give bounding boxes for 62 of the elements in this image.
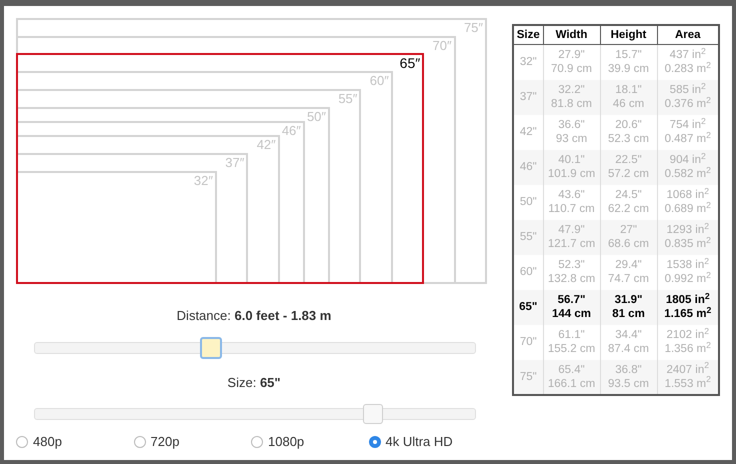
table-cell: 2407 in$^{2}$ 1.553 m$^{2}$ [664,364,711,390]
resolution-radio[interactable]: 1080p [251,432,368,452]
radio-icon[interactable] [251,436,263,448]
table-cell: 29.4" 74.7 cm [608,259,649,285]
table-cell: 75" [520,370,537,382]
table-cell: 37" [520,91,537,103]
table-cell: 22.5" 57.2 cm [608,154,649,180]
table-cell: 40.1" 101.9 cm [548,154,596,180]
table-cell: 50" [520,196,537,208]
screen-size-label: 32″ [194,172,213,189]
table-cell: 31.9" 81 cm [612,294,645,320]
screen-size-label: 50″ [306,108,326,125]
screen-size-label: 70″ [432,38,452,54]
table-cell: 52.3" 132.8 cm [548,259,596,285]
screen-size-label: 55″ [338,90,358,107]
table-cell: 27.9" 70.9 cm [551,49,592,76]
screen-size-label: 37″ [225,154,244,171]
table-cell: 20.6" 52.3 cm [608,119,649,145]
screen-size-label: 75″ [464,20,483,36]
table-cell: 904 in$^{2}$ 0.582 m$^{2}$ [664,154,711,180]
slider-thumb[interactable] [200,336,222,358]
table-cell: 18.1" 46 cm [612,84,644,110]
radio-icon[interactable] [368,436,380,448]
distance-label: Distance: 6.0 feet - 1.83 m [176,307,332,325]
table-cell: 56.7" 144 cm [552,294,591,320]
resolution-radio[interactable]: 720p [134,432,251,452]
table-cell: 55" [520,231,537,243]
table-cell: 24.5" 62.2 cm [608,189,649,215]
table-cell: 32" [520,56,537,68]
table-cell: 36.6" 93 cm [556,119,588,145]
table-cell: 585 in$^{2}$ 0.376 m$^{2}$ [664,84,711,110]
table-cell: 60" [520,266,537,278]
screen-size-label: 65″ [400,55,420,72]
table-cell: 15.7" 39.9 cm [608,49,649,76]
table-cell: 65" [519,301,538,313]
size-label: Size: 65" [227,374,281,392]
radio-icon[interactable] [134,436,146,448]
table-cell: 27" 68.6 cm [608,224,649,250]
table-cell: 34.4" 87.4 cm [608,329,649,355]
table-cell: 754 in$^{2}$ 0.487 m$^{2}$ [664,119,711,145]
table-cell: 1805 in$^{2}$ 1.165 m$^{2}$ [664,294,712,320]
table-cell: 42" [520,126,537,138]
table-cell: 1068 in$^{2}$ 0.689 m$^{2}$ [664,189,711,215]
table-cell: 47.9" 121.7 cm [548,224,596,250]
table-cell: 36.8" 93.5 cm [608,364,649,390]
table-cell: 46" [520,161,537,173]
resolution-radio[interactable]: 4k Ultra HD [368,432,486,452]
screen-size-label: 60″ [370,73,389,90]
slider-thumb[interactable] [363,404,384,424]
table-cell: 65.4" 166.1 cm [548,364,596,390]
table-cell: 2102 in$^{2}$ 1.356 m$^{2}$ [664,329,711,355]
table-cell: 61.1" 155.2 cm [548,329,596,355]
radio-icon[interactable] [16,436,28,448]
resolution-radio[interactable]: 480p [16,432,134,452]
table-cell: 437 in$^{2}$ 0.283 m$^{2}$ [664,49,711,76]
table-cell: 1293 in$^{2}$ 0.835 m$^{2}$ [664,224,711,250]
screen-size-label: 46″ [282,122,301,139]
table-cell: 70" [520,336,537,348]
table-cell: 43.6" 110.7 cm [548,189,595,215]
screen-size-label: 42″ [256,137,276,154]
table-cell: 32.2" 81.8 cm [551,84,592,110]
table-cell: 1538 in$^{2}$ 0.992 m$^{2}$ [664,259,711,285]
